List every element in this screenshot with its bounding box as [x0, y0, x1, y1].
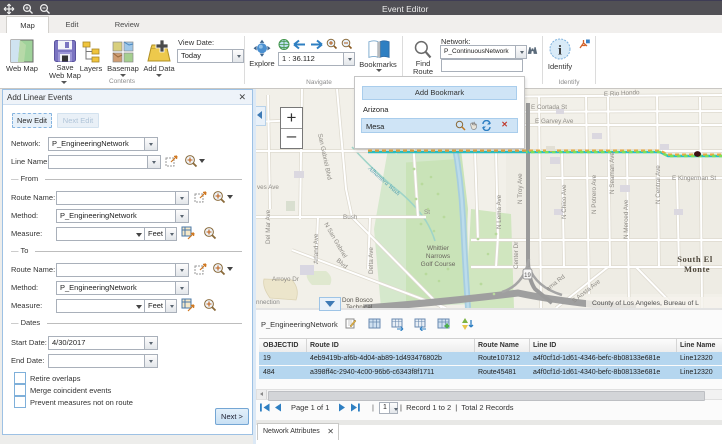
svg-text:i: i [558, 44, 562, 59]
svg-text:Don Bosco: Don Bosco [342, 297, 373, 304]
svg-text:Delta Ave: Delta Ave [368, 247, 375, 274]
svg-text:N Troy Ave: N Troy Ave [517, 173, 524, 204]
svg-text:Monte: Monte [684, 264, 710, 274]
svg-text:Arroyo Dr: Arroyo Dr [272, 276, 299, 283]
svg-text:N Seaman Ave: N Seaman Ave [609, 152, 616, 194]
svg-text:N Merced Ave: N Merced Ave [623, 199, 630, 239]
svg-text:Del Mar Ave: Del Mar Ave [265, 209, 272, 244]
svg-text:Center Dr: Center Dr [513, 242, 520, 269]
svg-text:Arland Ave: Arland Ave [313, 233, 320, 264]
svg-text:N Lema Ave: N Lema Ave [496, 194, 503, 229]
svg-text:N Central Ave: N Central Ave [655, 165, 662, 204]
svg-text:Whittier: Whittier [427, 245, 450, 252]
svg-text:nnection: nnection [256, 299, 280, 306]
svg-text:19: 19 [524, 273, 531, 279]
svg-text:N Chico Ave: N Chico Ave [561, 184, 568, 219]
svg-text:N Potrero Ave: N Potrero Ave [591, 174, 598, 214]
svg-text:Bush: Bush [343, 214, 358, 221]
svg-text:Golf Course: Golf Course [421, 261, 456, 268]
svg-text:County of Los Angeles, Bureau: County of Los Angeles, Bureau of L [592, 300, 699, 307]
svg-text:E Garvey Ave: E Garvey Ave [535, 118, 574, 125]
svg-text:St: St [424, 209, 430, 216]
svg-text:South El: South El [677, 254, 713, 264]
svg-text:ves Ave: ves Ave [257, 184, 279, 191]
svg-text:Narrows: Narrows [426, 253, 451, 260]
svg-text:E Cortada St: E Cortada St [531, 104, 567, 111]
svg-text:E Kingerman St: E Kingerman St [672, 175, 716, 182]
